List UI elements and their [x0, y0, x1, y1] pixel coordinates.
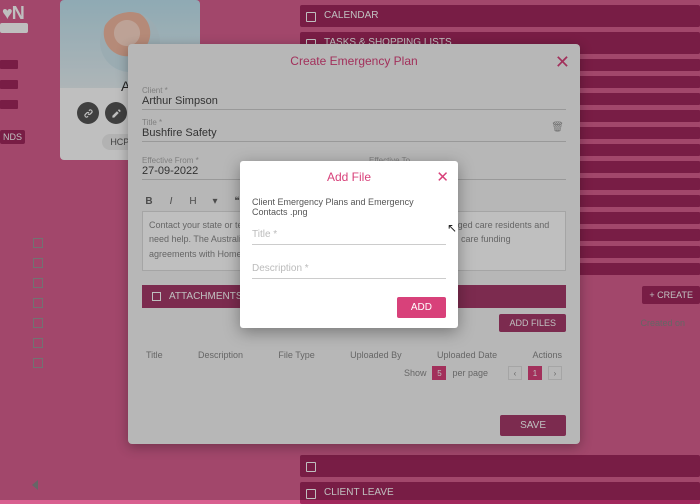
filename-label: Client Emergency Plans and Emergency Con…: [252, 197, 446, 217]
add-file-dialog: Add File ✕ Client Emergency Plans and Em…: [240, 161, 458, 328]
close-icon[interactable]: ✕: [436, 168, 449, 186]
add-button[interactable]: ADD: [397, 297, 446, 318]
dialog-title: Add File: [240, 161, 458, 193]
file-description-input[interactable]: [252, 259, 446, 279]
file-title-input[interactable]: [252, 225, 446, 245]
